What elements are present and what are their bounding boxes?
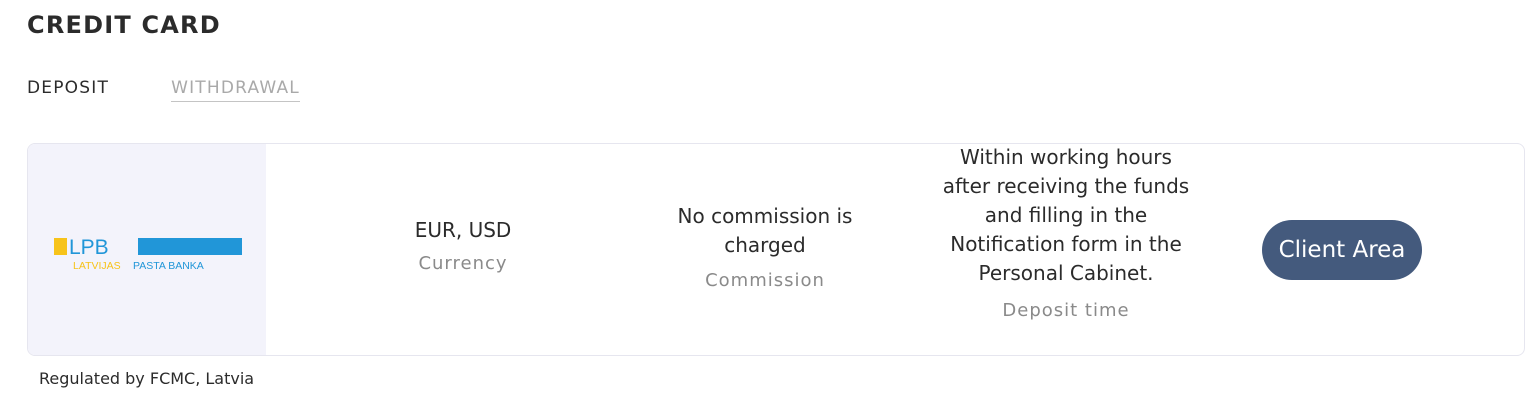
regulation-note: Regulated by FCMC, Latvia	[39, 369, 255, 388]
client-area-button[interactable]: Client Area	[1262, 220, 1422, 280]
logo-blue-bar	[138, 238, 242, 255]
logo-subtitle-left: LATVIJAS	[73, 260, 121, 272]
currency-info: EUR, USD Currency	[388, 216, 538, 274]
commission-info: No commission is charged Commission	[660, 202, 870, 291]
tab-deposit[interactable]: DEPOSIT	[27, 78, 109, 102]
tab-withdrawal[interactable]: WITHDRAWAL	[171, 78, 300, 102]
logo-mark: LPB	[69, 236, 109, 259]
currency-value: EUR, USD	[414, 218, 512, 242]
tab-bar: DEPOSIT WITHDRAWAL	[27, 78, 300, 102]
deposit-time-value: Within working hours after receiving the…	[942, 145, 1190, 285]
logo-yellow-square	[54, 238, 67, 255]
section-title: CREDIT CARD	[27, 11, 221, 39]
lpb-logo: LPB LATVIJAS PASTA BANKA	[54, 236, 242, 272]
logo-cell: LPB LATVIJAS PASTA BANKA	[28, 144, 266, 355]
commission-value: No commission is charged	[677, 204, 853, 257]
deposit-time-label: Deposit time	[1002, 300, 1130, 321]
deposit-time-info: Within working hours after receiving the…	[940, 143, 1192, 321]
commission-label: Commission	[705, 270, 825, 291]
logo-subtitle-right: PASTA BANKA	[133, 260, 204, 272]
currency-label: Currency	[418, 253, 508, 274]
